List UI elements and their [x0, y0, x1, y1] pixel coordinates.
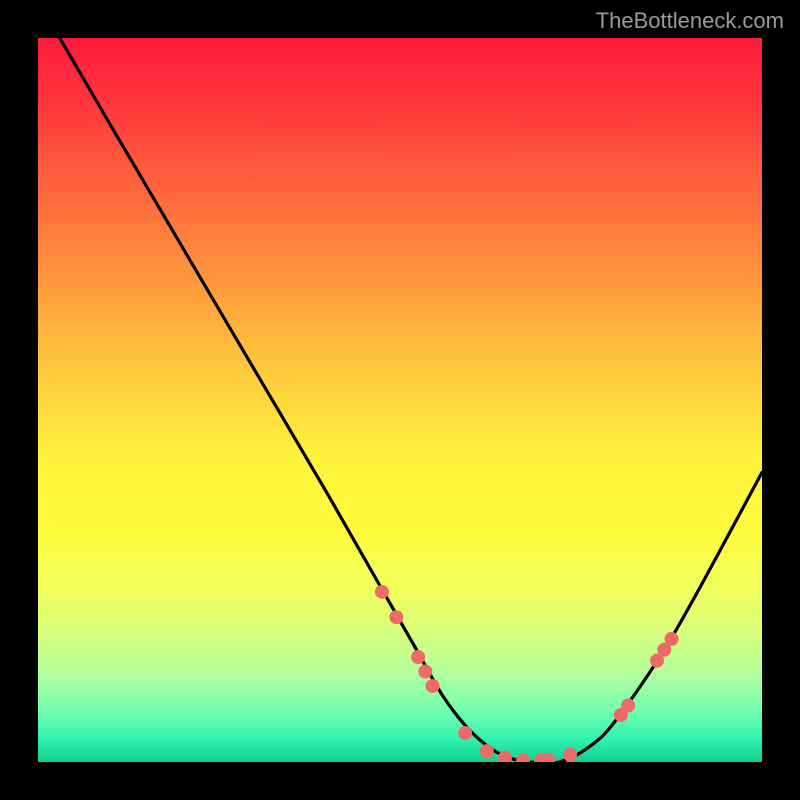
chart-marker [411, 650, 425, 664]
chart-marker [418, 665, 432, 679]
chart-marker [426, 679, 440, 693]
chart-markers [375, 585, 679, 762]
chart-marker [458, 726, 472, 740]
chart-marker [563, 748, 577, 762]
watermark-text: TheBottleneck.com [596, 8, 784, 34]
chart-marker [480, 744, 494, 758]
chart-marker [665, 632, 679, 646]
chart-curve [60, 38, 762, 762]
chart-marker [375, 585, 389, 599]
chart-marker [621, 699, 635, 713]
chart-marker [389, 610, 403, 624]
chart-marker [516, 754, 530, 762]
chart-plot-area [38, 38, 762, 762]
chart-svg [38, 38, 762, 762]
